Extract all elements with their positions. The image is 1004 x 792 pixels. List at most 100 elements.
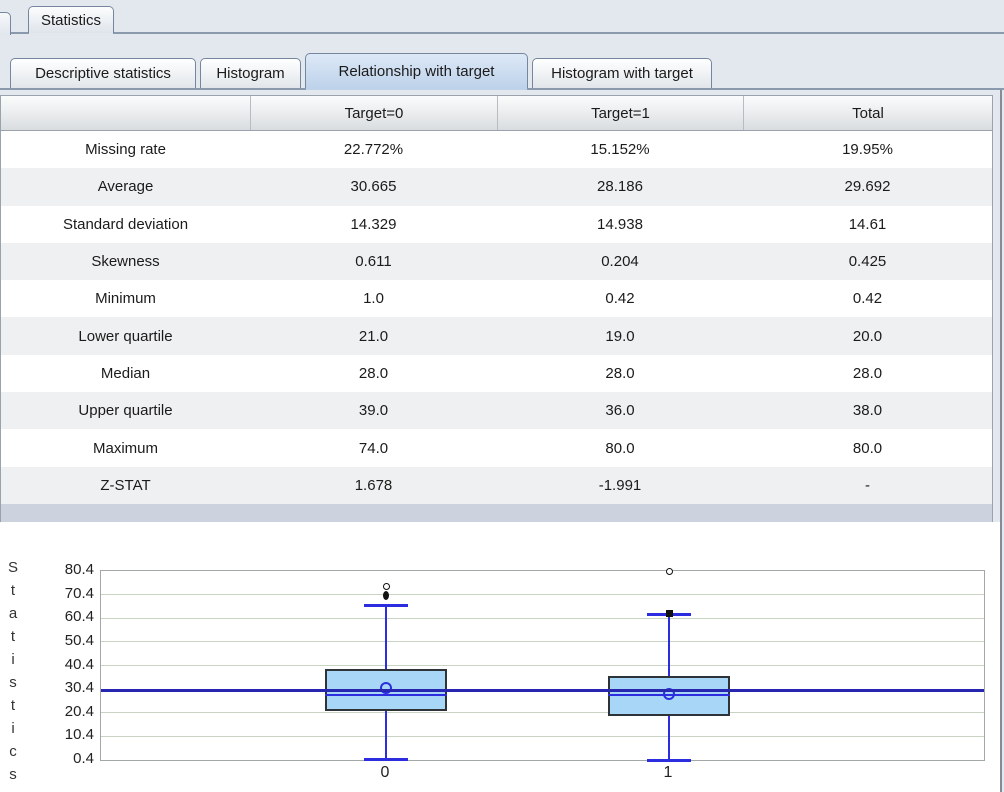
- cell-total: 38.0: [743, 392, 992, 429]
- row-label: Skewness: [1, 243, 250, 280]
- table-row[interactable]: Maximum74.080.080.0: [1, 429, 992, 466]
- cell-total: 28.0: [743, 355, 992, 392]
- row-label: Lower quartile: [1, 317, 250, 354]
- row-label: Missing rate: [1, 131, 250, 168]
- y-axis-title-letter: i: [6, 653, 20, 667]
- row-label: Z-STAT: [1, 467, 250, 504]
- outlier-point: [383, 583, 390, 590]
- table-row[interactable]: Z-STAT1.678-1.991-: [1, 467, 992, 504]
- row-label: Median: [1, 355, 250, 392]
- cell-target1: 19.0: [497, 317, 743, 354]
- cell-total: 0.425: [743, 243, 992, 280]
- whisker-cap: [364, 758, 408, 761]
- cell-total: 14.61: [743, 206, 992, 243]
- table-row[interactable]: Minimum1.00.420.42: [1, 280, 992, 317]
- y-tick-label: 70.4: [28, 585, 94, 603]
- table-row[interactable]: Average30.66528.18629.692: [1, 168, 992, 205]
- column-header-total: Total: [743, 96, 992, 130]
- cell-target0: 1.0: [250, 280, 497, 317]
- y-tick-label: 20.4: [28, 703, 94, 721]
- table-row[interactable]: Upper quartile39.036.038.0: [1, 392, 992, 429]
- table-row[interactable]: Median28.028.028.0: [1, 355, 992, 392]
- tab-relationship-with-target[interactable]: Relationship with target: [305, 53, 528, 88]
- main-tab-bar: Statistics: [0, 0, 1004, 34]
- whisker-cap: [647, 759, 691, 762]
- y-tick-label: 50.4: [28, 632, 94, 650]
- cell-target1: 28.186: [497, 168, 743, 205]
- boxplot-chart: Statistics 80.470.460.450.440.430.420.41…: [0, 522, 1000, 792]
- row-label: Maximum: [1, 429, 250, 466]
- table-header-row: Target=0 Target=1 Total: [1, 96, 992, 131]
- outlier-point: [666, 568, 673, 575]
- outlier-point: [666, 610, 673, 617]
- table-row[interactable]: Missing rate22.772%15.152%19.95%: [1, 131, 992, 168]
- statistics-window: Statistics Descriptive statistics Histog…: [0, 0, 1004, 792]
- y-tick-label: 80.4: [28, 561, 94, 579]
- cell-total: 80.0: [743, 429, 992, 466]
- y-axis-title-letter: i: [6, 722, 20, 736]
- gridline: [101, 641, 984, 642]
- average-reference-line: [101, 689, 984, 692]
- gridline: [101, 618, 984, 619]
- cell-target1: 14.938: [497, 206, 743, 243]
- gridline: [101, 736, 984, 737]
- cell-target1: 15.152%: [497, 131, 743, 168]
- cell-target1: 80.0: [497, 429, 743, 466]
- outlier-point: [383, 591, 389, 600]
- cell-target1: 0.204: [497, 243, 743, 280]
- y-tick-label: 40.4: [28, 656, 94, 674]
- y-axis-title-letter: S: [6, 561, 20, 575]
- cell-target0: 14.329: [250, 206, 497, 243]
- row-label: Minimum: [1, 280, 250, 317]
- hidden-tab-fragment[interactable]: [0, 12, 11, 35]
- gridline: [101, 594, 984, 595]
- table-body: Missing rate22.772%15.152%19.95%Average3…: [1, 131, 992, 504]
- cell-total: 0.42: [743, 280, 992, 317]
- cell-total: -: [743, 467, 992, 504]
- y-axis-title-letter: t: [6, 630, 20, 644]
- row-label: Average: [1, 168, 250, 205]
- y-tick-label: 10.4: [28, 726, 94, 744]
- x-tick-label: 1: [648, 764, 688, 782]
- gridline: [101, 712, 984, 713]
- sub-tab-bar: Descriptive statistics Histogram Relatio…: [0, 53, 1004, 90]
- y-tick-label: 30.4: [28, 679, 94, 697]
- cell-target0: 39.0: [250, 392, 497, 429]
- plot-area: [100, 570, 985, 761]
- table-row[interactable]: Lower quartile21.019.020.0: [1, 317, 992, 354]
- tab-histogram[interactable]: Histogram: [200, 58, 301, 88]
- gridline: [101, 665, 984, 666]
- cell-target1: 0.42: [497, 280, 743, 317]
- row-label: Standard deviation: [1, 206, 250, 243]
- y-tick-label: 60.4: [28, 608, 94, 626]
- median-line: [325, 694, 447, 696]
- cell-target0: 21.0: [250, 317, 497, 354]
- table-row[interactable]: Skewness0.6110.2040.425: [1, 243, 992, 280]
- x-tick-label: 0: [365, 764, 405, 782]
- y-axis-title-letter: s: [6, 768, 20, 782]
- tab-statistics-label: Statistics: [41, 12, 101, 29]
- table-footer-strip: [1, 504, 992, 522]
- statistics-table: Target=0 Target=1 Total Missing rate22.7…: [0, 95, 993, 523]
- cell-total: 19.95%: [743, 131, 992, 168]
- cell-total: 20.0: [743, 317, 992, 354]
- column-header-target1: Target=1: [497, 96, 743, 130]
- cell-target1: 36.0: [497, 392, 743, 429]
- cell-target0: 22.772%: [250, 131, 497, 168]
- tab-statistics[interactable]: Statistics: [28, 6, 114, 33]
- cell-target0: 0.611: [250, 243, 497, 280]
- tab-descriptive-statistics[interactable]: Descriptive statistics: [10, 58, 196, 88]
- table-row[interactable]: Standard deviation14.32914.93814.61: [1, 206, 992, 243]
- cell-target0: 74.0: [250, 429, 497, 466]
- cell-target0: 1.678: [250, 467, 497, 504]
- tab-histogram-with-target[interactable]: Histogram with target: [532, 58, 712, 88]
- y-axis-title-letter: a: [6, 607, 20, 621]
- y-tick-label: 0.4: [28, 750, 94, 768]
- y-axis-title-letter: t: [6, 699, 20, 713]
- whisker-cap: [364, 604, 408, 607]
- cell-target0: 28.0: [250, 355, 497, 392]
- column-header-target0: Target=0: [250, 96, 497, 130]
- y-axis-title-letter: s: [6, 676, 20, 690]
- cell-target1: -1.991: [497, 467, 743, 504]
- y-axis-title-letter: t: [6, 584, 20, 598]
